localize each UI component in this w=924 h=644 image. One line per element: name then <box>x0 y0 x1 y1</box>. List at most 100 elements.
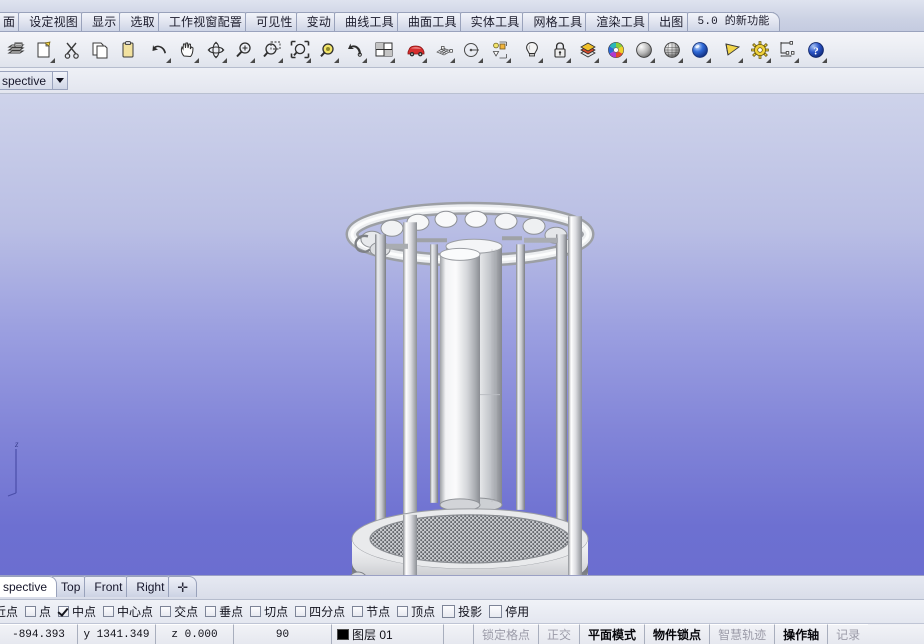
block-button[interactable] <box>488 35 512 65</box>
tabstrip-filler <box>773 12 924 31</box>
tab-whats-new-50[interactable]: 5.0 的新功能 <box>687 12 780 31</box>
tab-set-view[interactable]: 设定视图 <box>18 12 88 31</box>
scissors-cut-icon <box>62 40 82 60</box>
tab-solid-tools[interactable]: 实体工具 <box>460 12 530 31</box>
checkbox[interactable] <box>25 606 36 617</box>
viewport-tab-front[interactable]: Front <box>84 576 132 597</box>
render-display-button[interactable] <box>688 35 712 65</box>
light-button[interactable] <box>520 35 544 65</box>
checkbox[interactable] <box>250 606 261 617</box>
shaded-display-button[interactable] <box>632 35 656 65</box>
status-bar[interactable]: -894.393 y 1341.349 z 0.000 90 图层 01 锁定格… <box>0 624 924 644</box>
render-car-button[interactable] <box>404 35 428 65</box>
checkbox[interactable] <box>352 606 363 617</box>
svg-text:?: ? <box>813 45 819 57</box>
status-toggle-planar[interactable]: 平面模式 <box>580 624 645 644</box>
tab-render-tools[interactable]: 渲染工具 <box>585 12 655 31</box>
toolbar-group-tabstrip[interactable]: 面 设定视图 显示 选取 工作视窗配罯 可见性 变动 曲线工具 曲面工具 实体工… <box>0 0 924 32</box>
status-toggle-ortho[interactable]: 正交 <box>539 624 580 644</box>
viewport-tab-right[interactable]: Right <box>126 576 174 597</box>
checkbox[interactable] <box>397 606 408 617</box>
snap-label: 中点 <box>72 606 96 618</box>
main-icon-toolbar[interactable]: ? <box>0 32 924 68</box>
mesh-button[interactable] <box>432 35 456 65</box>
tab-curve-tools[interactable]: 曲线工具 <box>334 12 404 31</box>
cut-button[interactable] <box>60 35 84 65</box>
checkbox-checked[interactable] <box>58 606 69 617</box>
help-button[interactable]: ? <box>804 35 828 65</box>
snap-tangent[interactable]: 切点 <box>250 606 288 618</box>
zoom-window-button[interactable] <box>260 35 284 65</box>
status-toggle-smarttrack[interactable]: 智慧轨迹 <box>710 624 775 644</box>
status-toggle-osnap[interactable]: 物件锁点 <box>645 624 710 644</box>
snap-quadrant[interactable]: 四分点 <box>295 606 345 618</box>
status-layer[interactable]: 图层 01 <box>332 624 444 644</box>
cut-copy-paste-button[interactable] <box>32 35 56 65</box>
cart-3d-model <box>0 94 924 575</box>
tab-visibility[interactable]: 可见性 <box>245 12 303 31</box>
viewport-name-combo[interactable]: spective <box>0 71 68 90</box>
flyout-arrow-icon <box>422 58 427 63</box>
rhino-window: 面 设定视图 显示 选取 工作视窗配罯 可见性 变动 曲线工具 曲面工具 实体工… <box>0 0 924 644</box>
tab-surface-tools[interactable]: 曲面工具 <box>397 12 467 31</box>
perspective-viewport[interactable]: z <box>0 94 924 576</box>
copy-button[interactable] <box>88 35 112 65</box>
flyout-arrow-icon <box>650 58 655 63</box>
flyout-arrow-icon <box>566 58 571 63</box>
layers-color-icon <box>578 40 598 60</box>
zoom-selected-button[interactable] <box>316 35 340 65</box>
snap-midpoint[interactable]: 中点 <box>58 606 96 618</box>
paste-button[interactable] <box>116 35 140 65</box>
light-bulb-icon <box>522 40 542 60</box>
checkbox[interactable] <box>103 606 114 617</box>
print-button[interactable] <box>4 35 28 65</box>
tab-label: 曲线工具 <box>345 16 394 28</box>
snap-project[interactable]: 投影 <box>442 605 482 618</box>
status-toggle-gumball[interactable]: 操作轴 <box>775 624 828 644</box>
checkbox[interactable] <box>205 606 216 617</box>
tab-mesh-tools[interactable]: 网格工具 <box>522 12 592 31</box>
mesh-plane-icon <box>434 40 454 60</box>
lock-button[interactable] <box>548 35 572 65</box>
viewport-tab-label: spective <box>3 581 47 593</box>
zoom-extents-button[interactable] <box>288 35 312 65</box>
snap-disable[interactable]: 停用 <box>489 605 529 618</box>
chevron-down-icon[interactable] <box>52 72 67 89</box>
cut-copy-paste-icon <box>34 40 54 60</box>
object-snap-bar[interactable]: 近点 点 中点 中心点 交点 垂点 切点 四分点 <box>0 600 924 624</box>
layers-button[interactable] <box>576 35 600 65</box>
snap-near[interactable]: 近点 <box>0 606 18 618</box>
viewport-tab-perspective[interactable]: spective <box>0 576 57 597</box>
snap-center[interactable]: 中心点 <box>103 606 153 618</box>
checkbox[interactable] <box>160 606 171 617</box>
checkbox[interactable] <box>489 605 502 618</box>
options-button[interactable] <box>748 35 772 65</box>
shaded-sphere-icon <box>634 40 654 60</box>
dimension-button[interactable] <box>776 35 800 65</box>
color-button[interactable] <box>604 35 628 65</box>
snap-knot[interactable]: 节点 <box>352 606 390 618</box>
tab-viewport-layout[interactable]: 工作视窗配罯 <box>158 12 252 31</box>
target-point-button[interactable] <box>460 35 484 65</box>
undo-view-change-button[interactable] <box>344 35 368 65</box>
checkbox[interactable] <box>295 606 306 617</box>
status-toggle-record[interactable]: 记录 <box>828 624 868 644</box>
snap-perpendicular[interactable]: 垂点 <box>205 606 243 618</box>
status-toggle-grid-snap[interactable]: 锁定格点 <box>474 624 539 644</box>
snap-point[interactable]: 点 <box>25 606 51 618</box>
marker-button[interactable] <box>720 35 744 65</box>
flyout-arrow-icon <box>278 58 283 63</box>
undo-button[interactable] <box>148 35 172 65</box>
flyout-arrow-icon <box>506 58 511 63</box>
snap-vertex[interactable]: 顶点 <box>397 606 435 618</box>
target-circle-icon <box>462 40 482 60</box>
checkbox[interactable] <box>442 605 455 618</box>
snap-intersection[interactable]: 交点 <box>160 606 198 618</box>
pan-button[interactable] <box>176 35 200 65</box>
wireframe-display-button[interactable] <box>660 35 684 65</box>
four-viewport-button[interactable] <box>372 35 396 65</box>
rotate-view-button[interactable] <box>204 35 228 65</box>
viewport-tab-row[interactable]: spective Top Front Right ✛ <box>0 576 924 600</box>
zoom-in-button[interactable] <box>232 35 256 65</box>
snap-label: 停用 <box>505 606 529 618</box>
